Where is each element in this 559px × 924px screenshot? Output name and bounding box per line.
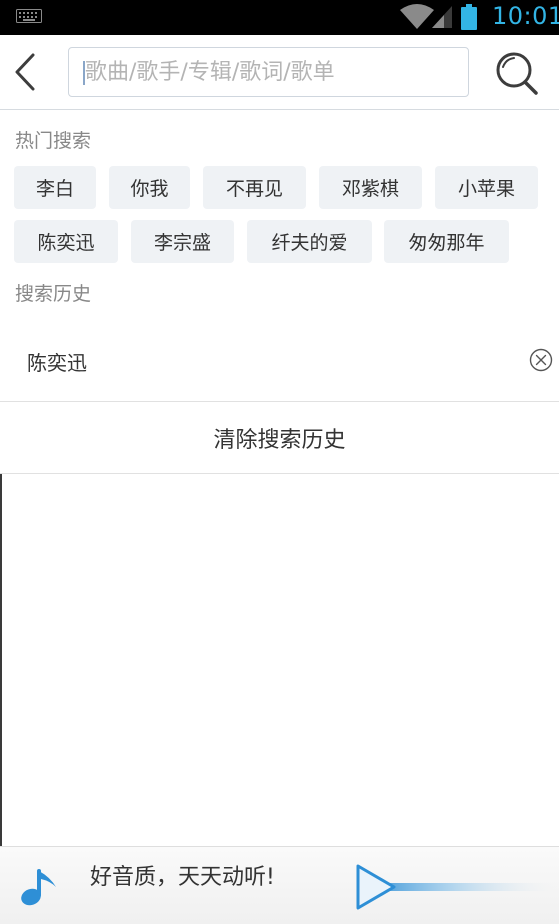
play-icon[interactable] bbox=[354, 863, 559, 911]
search-header bbox=[0, 35, 559, 110]
battery-icon bbox=[461, 4, 477, 30]
wifi-icon bbox=[400, 4, 434, 29]
search-input[interactable] bbox=[85, 48, 465, 96]
hot-tag[interactable]: 陈奕迅 bbox=[14, 220, 118, 263]
search-history-title: 搜索历史 bbox=[15, 283, 92, 305]
history-item-label: 陈奕迅 bbox=[27, 351, 87, 375]
hot-tag[interactable]: 匆匆那年 bbox=[384, 220, 509, 263]
delete-icon[interactable] bbox=[529, 348, 553, 372]
hot-search-title: 热门搜索 bbox=[15, 130, 92, 152]
hot-tag[interactable]: 你我 bbox=[109, 166, 190, 209]
hot-tag[interactable]: 不再见 bbox=[203, 166, 306, 209]
hot-tag[interactable]: 纤夫的爱 bbox=[247, 220, 372, 263]
search-icon[interactable] bbox=[490, 45, 542, 99]
history-item[interactable]: 陈奕迅 bbox=[0, 318, 559, 402]
hot-tag[interactable]: 李宗盛 bbox=[131, 220, 234, 263]
hot-tag[interactable]: 邓紫棋 bbox=[319, 166, 422, 209]
player-bar[interactable]: 好音质，天天动听! bbox=[0, 846, 559, 924]
left-edge-divider bbox=[0, 474, 2, 846]
player-slogan: 好音质，天天动听! bbox=[90, 865, 275, 890]
clear-history-button[interactable]: 清除搜索历史 bbox=[0, 402, 559, 474]
search-box[interactable] bbox=[68, 47, 469, 97]
hot-tag[interactable]: 李白 bbox=[14, 166, 96, 209]
status-clock: 10:01 bbox=[492, 2, 559, 30]
hot-tag[interactable]: 小苹果 bbox=[435, 166, 538, 209]
signal-icon bbox=[432, 6, 452, 28]
status-bar: 10:01 bbox=[0, 0, 559, 35]
back-arrow-icon[interactable] bbox=[6, 47, 46, 97]
keyboard-icon bbox=[16, 9, 42, 23]
music-note-icon bbox=[21, 869, 56, 906]
